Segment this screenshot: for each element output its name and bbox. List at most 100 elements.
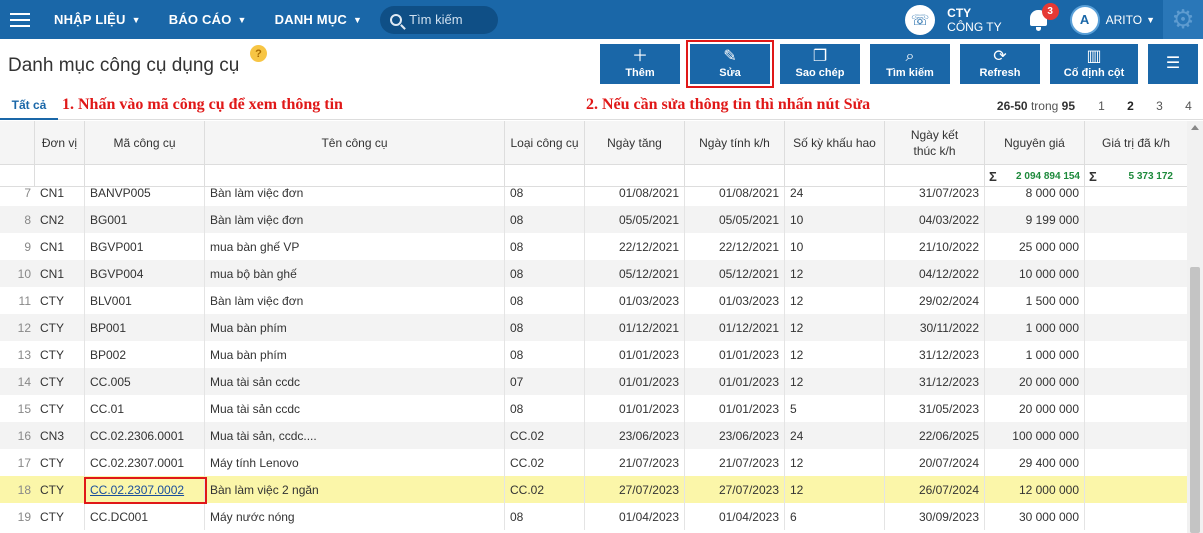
table-row[interactable]: 12 CTY BP001 Mua bàn phím 08 01/12/2021 01/12/…: [0, 314, 1187, 341]
cell-date-increase: 01/08/2021: [585, 187, 685, 206]
user-menu[interactable]: ARITO ▼: [1106, 13, 1155, 27]
cell-cost: 100 000 000: [985, 422, 1085, 449]
col-depreciated[interactable]: Giá trị đã k/h: [1085, 121, 1187, 165]
tool-code-link[interactable]: BLV001: [90, 294, 132, 308]
table-row[interactable]: 8 CN2 BG001 Bàn làm việc đơn 08 05/05/2021 05/…: [0, 206, 1187, 233]
tool-code-link[interactable]: BG001: [90, 213, 127, 227]
avatar[interactable]: A: [1069, 4, 1100, 35]
table-row[interactable]: 16 CN3 CC.02.2306.0001 Mua tài sản, ccdc...…: [0, 422, 1187, 449]
tab-all[interactable]: Tất cả: [0, 91, 58, 120]
scroll-up-arrow-icon[interactable]: [1191, 125, 1199, 130]
table-row[interactable]: 10 CN1 BGVP004 mua bộ bàn ghế 08 05/12/2021 05…: [0, 260, 1187, 287]
list-menu-icon: ☰: [1165, 55, 1181, 72]
tool-code-link[interactable]: CC.02.2306.0001: [90, 429, 184, 443]
cell-code[interactable]: CC.02.2306.0001: [85, 422, 205, 449]
tool-code-link[interactable]: CC.02.2307.0001: [90, 456, 184, 470]
table-row[interactable]: 15 CTY CC.01 Mua tài sản ccdc 08 01/01/2023 01…: [0, 395, 1187, 422]
tool-code-link[interactable]: CC.01: [90, 402, 124, 416]
cell-code[interactable]: BGVP001: [85, 233, 205, 260]
table-row[interactable]: 9 CN1 BGVP001 mua bàn ghế VP 08 22/12/2021 22/…: [0, 233, 1187, 260]
col-unit[interactable]: Đơn vị: [35, 121, 85, 165]
tool-code-link[interactable]: CC.005: [90, 375, 131, 389]
cell-date-depreciation: 22/12/2021: [685, 233, 785, 260]
cell-code[interactable]: CC.02.2307.0001: [85, 449, 205, 476]
cell-type: 08: [505, 233, 585, 260]
hamburger-menu-icon[interactable]: [0, 0, 40, 39]
row-number: 13: [17, 347, 31, 362]
cell-date-depreciation: 01/03/2023: [685, 287, 785, 314]
tool-code-link[interactable]: BP001: [90, 321, 126, 335]
col-date-end[interactable]: Ngày kết thúc k/h: [885, 121, 985, 165]
table-row[interactable]: 17 CTY CC.02.2307.0001 Máy tính Lenovo CC.02…: [0, 449, 1187, 476]
tool-code-link[interactable]: CC.DC001: [90, 510, 148, 524]
row-number: 9: [24, 239, 31, 254]
cell-type: 08: [505, 260, 585, 287]
menu-danh-muc[interactable]: DANH MỤC ▼: [261, 12, 376, 27]
col-periods[interactable]: Số kỳ khấu hao: [785, 121, 885, 165]
page-1[interactable]: 1: [1087, 99, 1116, 113]
vertical-scrollbar[interactable]: [1187, 121, 1203, 533]
cell-type: 07: [505, 368, 585, 395]
cell-cost: 20 000 000: [985, 368, 1085, 395]
cell-unit: CTY: [35, 503, 85, 530]
total-depreciated: Σ5 373 172: [1089, 168, 1173, 184]
table-row[interactable]: 19 CTY CC.DC001 Máy nước nóng 08 01/04/2023 01…: [0, 503, 1187, 530]
col-rownum: [0, 121, 35, 165]
col-date-increase[interactable]: Ngày tăng: [585, 121, 685, 165]
cell-date-depreciation: 05/05/2021: [685, 206, 785, 233]
tool-code-link[interactable]: BP002: [90, 348, 126, 362]
cell-name: mua bàn ghế VP: [205, 233, 505, 260]
cell-code[interactable]: CC.01: [85, 395, 205, 422]
page-2[interactable]: 2: [1116, 99, 1145, 113]
cell-depreciated: [1085, 233, 1187, 260]
menu-nhap-lieu[interactable]: NHẬP LIỆU ▼: [40, 12, 155, 27]
col-type[interactable]: Loại công cụ: [505, 121, 585, 165]
cell-code[interactable]: BG001: [85, 206, 205, 233]
col-code[interactable]: Mã công cụ: [85, 121, 205, 165]
main-menu: NHẬP LIỆU ▼ BÁO CÁO ▼ DANH MỤC ▼: [40, 12, 376, 27]
cell-code[interactable]: BP001: [85, 314, 205, 341]
refresh-button[interactable]: ⟳ Refresh: [960, 44, 1040, 84]
support-agent-icon[interactable]: ☏: [905, 4, 936, 35]
cell-depreciated: [1085, 476, 1187, 503]
cell-type: CC.02: [505, 422, 585, 449]
cell-type: 08: [505, 187, 585, 206]
more-menu-button[interactable]: ☰: [1148, 44, 1198, 84]
table-row[interactable]: 13 CTY BP002 Mua bàn phím 08 01/01/2023 01/01/…: [0, 341, 1187, 368]
page-3[interactable]: 3: [1145, 99, 1174, 113]
row-number: 10: [17, 266, 31, 281]
table-row[interactable]: 11 CTY BLV001 Bàn làm việc đơn 08 01/03/2023 0…: [0, 287, 1187, 314]
cell-code[interactable]: BLV001: [85, 287, 205, 314]
help-icon[interactable]: ?: [250, 45, 267, 62]
page-4[interactable]: 4: [1174, 99, 1203, 113]
cell-date-end: 31/07/2023: [885, 187, 985, 206]
gear-icon[interactable]: ⚙: [1163, 0, 1203, 39]
col-cost[interactable]: Nguyên giá: [985, 121, 1085, 165]
table-row[interactable]: 14 CTY CC.005 Mua tài sản ccdc 07 01/01/2023 0…: [0, 368, 1187, 395]
tool-code-link[interactable]: BGVP004: [90, 267, 143, 281]
data-grid: Đơn vị Mã công cụ Tên công cụ Loại công …: [0, 121, 1203, 533]
cell-code[interactable]: CC.DC001: [85, 503, 205, 530]
menu-bao-cao[interactable]: BÁO CÁO ▼: [155, 12, 261, 27]
search-input[interactable]: Tìm kiếm: [380, 5, 499, 34]
scrollbar-thumb[interactable]: [1190, 267, 1200, 533]
copy-button[interactable]: ❐ Sao chép: [780, 44, 860, 84]
pin-columns-button[interactable]: ▥ Cố định cột: [1050, 44, 1138, 84]
cell-depreciated: [1085, 287, 1187, 314]
col-name[interactable]: Tên công cụ: [205, 121, 505, 165]
tool-code-link[interactable]: BGVP001: [90, 240, 143, 254]
table-row[interactable]: 7 CN1 BANVP005 Bàn làm việc đơn 08 01/08/2021…: [0, 187, 1187, 206]
tool-code-link[interactable]: BANVP005: [90, 187, 151, 200]
company-selector[interactable]: CTY CÔNG TY: [947, 6, 1001, 34]
cell-name: Bàn làm việc đơn: [205, 187, 505, 206]
add-button[interactable]: ＋ Thêm: [600, 44, 680, 84]
notification-bell-icon[interactable]: 3: [1026, 2, 1059, 33]
cell-date-increase: 21/07/2023: [585, 449, 685, 476]
col-date-depreciation[interactable]: Ngày tính k/h: [685, 121, 785, 165]
instruction-note-2: 2. Nếu cần sửa thông tin thì nhấn nút Sử…: [586, 96, 871, 113]
find-button[interactable]: ⌕ Tìm kiếm: [870, 44, 950, 84]
cell-code[interactable]: BGVP004: [85, 260, 205, 287]
cell-code[interactable]: BANVP005: [85, 187, 205, 206]
cell-code[interactable]: BP002: [85, 341, 205, 368]
cell-code[interactable]: CC.005: [85, 368, 205, 395]
